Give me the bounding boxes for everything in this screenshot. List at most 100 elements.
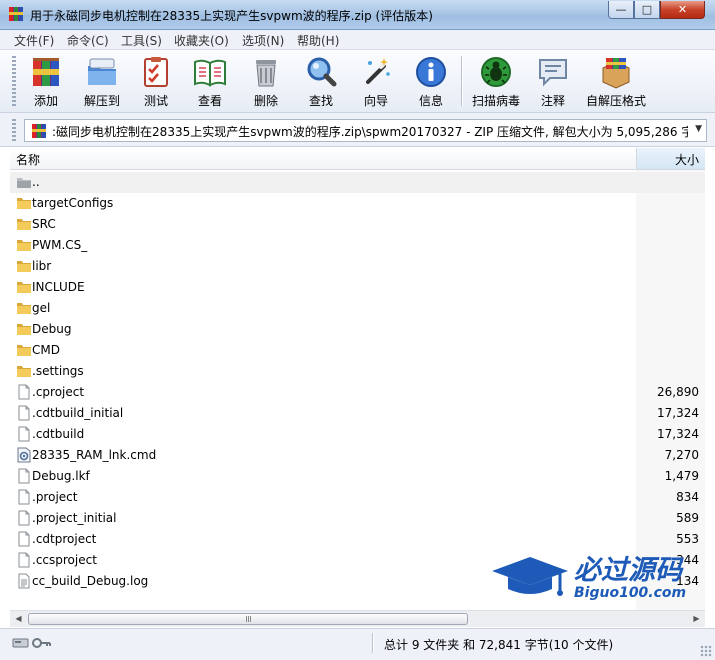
- file-name: cc_build_Debug.log: [32, 574, 149, 588]
- table-row[interactable]: INCLUDE: [10, 277, 705, 298]
- table-row[interactable]: 28335_RAM_lnk.cmd 7,270: [10, 445, 705, 466]
- column-header-size[interactable]: 大小: [636, 148, 705, 169]
- toolbar: 添加 解压到 测试 查看 删除 查找 向导 信息 扫描病毒 注释 自解压格式: [0, 50, 715, 113]
- log-file-icon: [16, 573, 32, 589]
- table-row[interactable]: SRC: [10, 214, 705, 235]
- scroll-thumb[interactable]: [28, 613, 468, 625]
- table-row[interactable]: .project 834: [10, 487, 705, 508]
- comment-icon: [539, 59, 567, 87]
- path-combobox[interactable]: :磁同步电机控制在28335上实现产生svpwm波的程序.zip\spwm201…: [24, 119, 707, 142]
- file-size: 553: [676, 532, 699, 546]
- file-name: INCLUDE: [32, 280, 85, 294]
- watermark-logo: 必过源码 Biguo100.com: [492, 555, 686, 601]
- title-bar: 用于永磁同步电机控制在28335上实现产生svpwm波的程序.zip (评估版本…: [0, 0, 715, 30]
- delete-label: 删除: [253, 94, 278, 108]
- file-size: 17,324: [657, 427, 699, 441]
- table-row[interactable]: Debug: [10, 319, 705, 340]
- watermark-url: Biguo100.com: [574, 585, 686, 601]
- virus-scan-label: 扫描病毒: [471, 94, 520, 108]
- extract-to-button[interactable]: 解压到: [78, 54, 126, 110]
- file-size: 1,479: [664, 469, 699, 483]
- toolbar-grip[interactable]: [12, 56, 16, 106]
- table-row[interactable]: targetConfigs: [10, 193, 705, 214]
- folder-icon: [16, 195, 32, 211]
- status-bar: 总计 9 文件夹 和 72,841 字节(10 个文件): [0, 628, 715, 660]
- test-button[interactable]: 测试: [134, 54, 178, 110]
- file-name: ..: [32, 175, 40, 189]
- info-button[interactable]: 信息: [409, 54, 453, 110]
- test-label: 测试: [143, 94, 168, 108]
- file-icon: [16, 531, 32, 547]
- table-row[interactable]: .cdtbuild 17,324: [10, 424, 705, 445]
- table-row[interactable]: libr: [10, 256, 705, 277]
- menu-tools[interactable]: 工具(S): [121, 32, 162, 49]
- add-label: 添加: [33, 94, 58, 108]
- wizard-button[interactable]: 向导: [354, 54, 398, 110]
- info-label: 信息: [418, 94, 443, 108]
- menu-help[interactable]: 帮助(H): [297, 32, 339, 49]
- menu-favorites[interactable]: 收藏夹(O): [174, 32, 229, 49]
- address-bar: :磁同步电机控制在28335上实现产生svpwm波的程序.zip\spwm201…: [0, 113, 715, 147]
- info-icon: [416, 57, 446, 87]
- extract-to-label: 解压到: [83, 94, 120, 108]
- table-row[interactable]: .cdtbuild_initial 17,324: [10, 403, 705, 424]
- list-header: 名称 ▲ 大小: [10, 147, 705, 170]
- column-header-name[interactable]: 名称: [16, 151, 40, 168]
- folder-icon: [16, 321, 32, 337]
- table-row[interactable]: gel: [10, 298, 705, 319]
- resize-grip[interactable]: [700, 645, 712, 657]
- magic-wand-icon: [366, 58, 390, 84]
- file-name: targetConfigs: [32, 196, 114, 210]
- file-icon: [16, 552, 32, 568]
- chevron-down-icon[interactable]: ▼: [695, 124, 702, 134]
- file-name: libr: [32, 259, 52, 273]
- scroll-right-icon[interactable]: ▶: [688, 611, 705, 627]
- file-name: .cdtproject: [32, 532, 97, 546]
- horizontal-scrollbar[interactable]: ◀ ▶: [10, 610, 705, 627]
- add-button[interactable]: 添加: [24, 54, 68, 110]
- table-row[interactable]: CMD: [10, 340, 705, 361]
- close-button[interactable]: ✕: [660, 1, 705, 19]
- archive-path: :磁同步电机控制在28335上实现产生svpwm波的程序.zip\spwm201…: [52, 125, 688, 139]
- toolbar-separator: [461, 56, 463, 106]
- table-row[interactable]: PWM.CS_: [10, 235, 705, 256]
- file-icon: [16, 510, 32, 526]
- table-row[interactable]: .cproject 26,890: [10, 382, 705, 403]
- comment-button[interactable]: 注释: [531, 54, 575, 110]
- menu-commands[interactable]: 命令(C): [67, 32, 109, 49]
- scroll-left-icon[interactable]: ◀: [10, 611, 27, 627]
- table-row[interactable]: Debug.lkf 1,479: [10, 466, 705, 487]
- minimize-button[interactable]: —: [608, 1, 634, 19]
- file-name: .project_initial: [32, 511, 117, 525]
- file-icon: [16, 384, 32, 400]
- file-size: 17,324: [657, 406, 699, 420]
- drive-key-icon[interactable]: [12, 636, 52, 650]
- view-button[interactable]: 查看: [188, 54, 232, 110]
- virus-scan-button[interactable]: 扫描病毒: [468, 54, 524, 110]
- folder-icon: [16, 258, 32, 274]
- menu-options[interactable]: 选项(N): [242, 32, 284, 49]
- test-checklist-icon: [144, 57, 168, 87]
- comment-label: 注释: [540, 94, 565, 108]
- table-row[interactable]: .settings: [10, 361, 705, 382]
- winrar-app-icon: [9, 7, 23, 21]
- file-name: CMD: [32, 343, 60, 357]
- file-icon: [16, 468, 32, 484]
- sfx-button[interactable]: 自解压格式: [584, 54, 648, 110]
- file-size: 589: [676, 511, 699, 525]
- file-name: Debug: [32, 322, 72, 336]
- file-name: .settings: [32, 364, 84, 378]
- folder-icon: [16, 216, 32, 232]
- file-name: Debug.lkf: [32, 469, 90, 483]
- find-label: 查找: [308, 94, 333, 108]
- table-row[interactable]: ..: [10, 172, 705, 193]
- maximize-button[interactable]: □: [634, 1, 660, 19]
- delete-button[interactable]: 删除: [244, 54, 288, 110]
- folder-icon: [16, 300, 32, 316]
- table-row[interactable]: .project_initial 589: [10, 508, 705, 529]
- sfx-box-icon: [602, 58, 630, 89]
- address-grip[interactable]: [12, 119, 16, 141]
- find-button[interactable]: 查找: [299, 54, 343, 110]
- menu-file[interactable]: 文件(F): [14, 32, 54, 49]
- watermark-text: 必过源码: [574, 555, 684, 586]
